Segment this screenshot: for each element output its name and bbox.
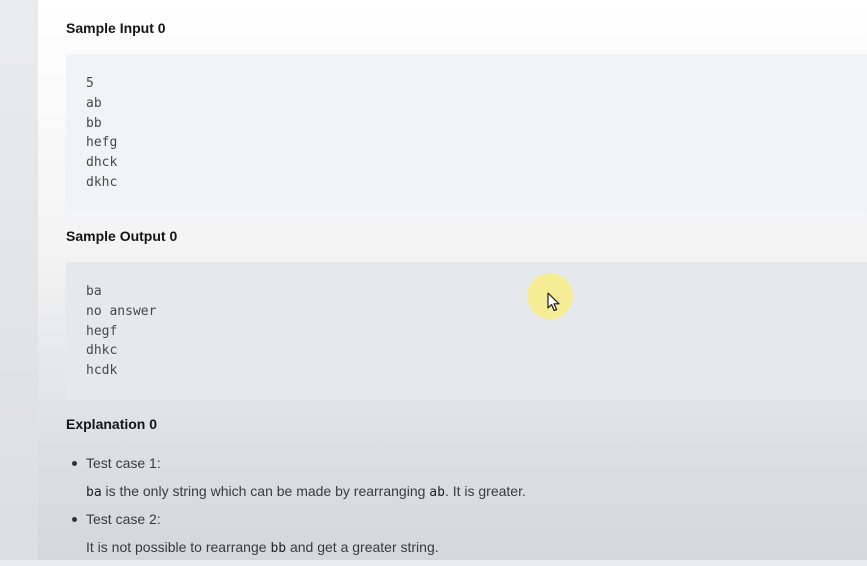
code-line: hcdk xyxy=(86,363,118,379)
left-gutter xyxy=(0,0,38,560)
inline-code: ba xyxy=(86,485,102,500)
explanation-list: Test case 1: ba is the only string which… xyxy=(66,452,846,564)
description-text: . It is greater. xyxy=(444,483,526,499)
bullet-icon xyxy=(72,461,77,466)
bullet-icon xyxy=(72,517,77,522)
code-line: dkhc xyxy=(86,174,118,190)
code-line: 5 xyxy=(86,76,94,91)
mouse-cursor-icon xyxy=(547,292,560,312)
code-line: hegf xyxy=(86,323,118,339)
explanation-heading: Explanation 0 xyxy=(66,416,158,432)
description-text: and get a greater string. xyxy=(286,539,439,555)
code-line: dhck xyxy=(86,155,118,171)
test-case-description: ba is the only string which can be made … xyxy=(66,474,846,508)
sample-output-code-block[interactable]: ba no answer hegf dhkc hcdk xyxy=(66,262,867,400)
code-line: ba xyxy=(86,284,102,299)
code-line: hefg xyxy=(86,135,118,151)
test-case-title: Test case 2: xyxy=(86,511,161,527)
description-text: It is not possible to rearrange xyxy=(86,539,271,555)
test-case-title: Test case 1: xyxy=(86,455,161,471)
description-text: is the only string which can be made by … xyxy=(101,483,430,499)
list-item: Test case 1: ba is the only string which… xyxy=(66,452,846,508)
code-line: ab xyxy=(86,95,102,111)
sample-input-heading: Sample Input 0 xyxy=(66,20,166,36)
code-line: bb xyxy=(86,115,102,131)
code-line: no answer xyxy=(86,303,157,319)
code-line: dhkc xyxy=(86,343,118,359)
list-item: Test case 2: It is not possible to rearr… xyxy=(66,508,846,564)
sample-output-heading: Sample Output 0 xyxy=(66,228,178,244)
test-case-description: It is not possible to rearrange bb and g… xyxy=(66,530,846,564)
sample-input-code-block[interactable]: 5 ab bb hefg dhck dkhc xyxy=(66,54,867,212)
inline-code: ab xyxy=(429,485,445,500)
inline-code: bb xyxy=(270,541,287,556)
